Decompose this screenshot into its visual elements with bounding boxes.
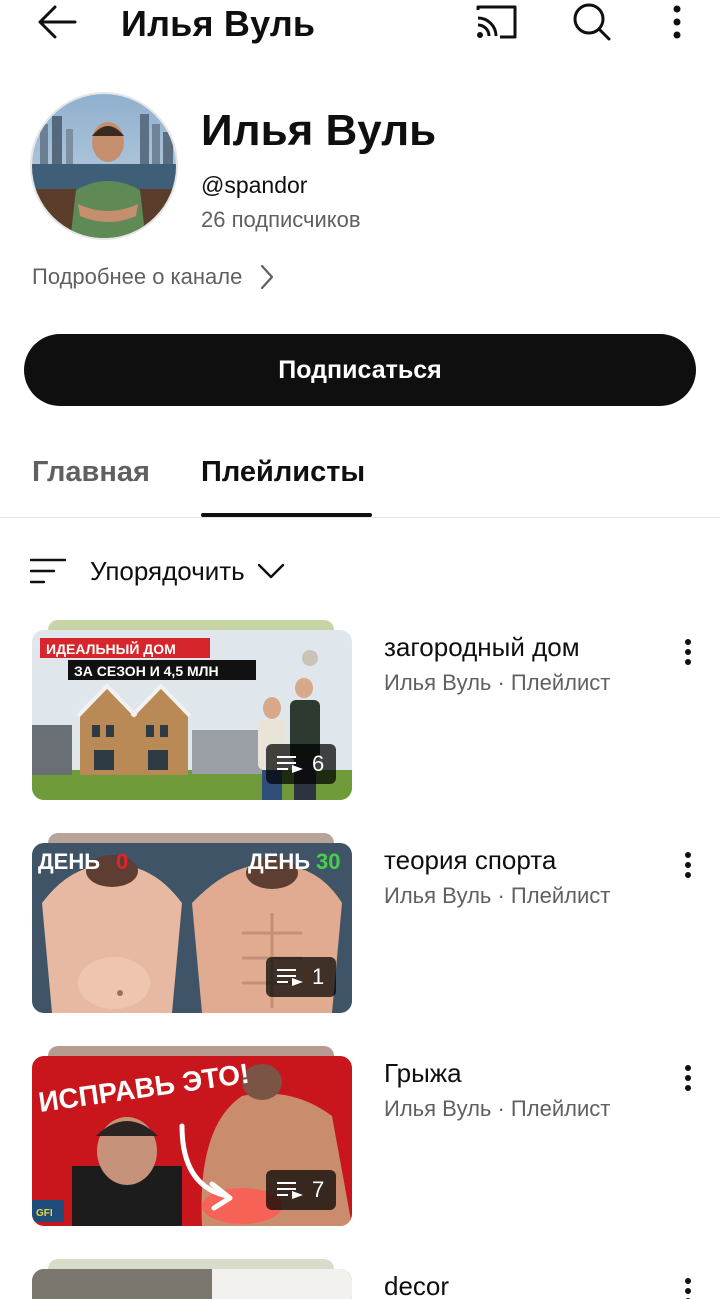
chevron-down-icon <box>257 563 284 579</box>
tab-divider <box>0 517 720 518</box>
playlist-icon <box>277 756 303 773</box>
more-vertical-icon <box>673 5 681 39</box>
playlist-count-badge: 7 <box>266 1170 336 1210</box>
subscribe-button[interactable]: Подписаться <box>24 334 696 406</box>
playlist-more-button[interactable] <box>668 845 708 885</box>
back-button[interactable] <box>34 4 80 40</box>
thumbnail-caption: ДЕНЬ <box>38 849 100 874</box>
avatar-image <box>32 94 176 238</box>
playlist-item[interactable]: ДЕНЬ 0 ДЕНЬ 30 1 теория спорта Илья Вуль… <box>0 833 720 1013</box>
search-button[interactable] <box>569 2 615 42</box>
channel-avatar[interactable] <box>30 92 178 240</box>
search-icon <box>573 3 611 41</box>
more-options-button[interactable] <box>654 2 700 42</box>
cast-button[interactable] <box>473 2 519 42</box>
playlist-item[interactable]: decor <box>0 1259 720 1299</box>
playlist-more-button[interactable] <box>668 1271 708 1299</box>
playlist-title[interactable]: Грыжа <box>384 1058 462 1088</box>
back-arrow-icon <box>38 5 77 39</box>
thumbnail-caption: ДЕНЬ <box>248 849 310 874</box>
page-title: Илья Вуль <box>121 3 316 44</box>
playlist-thumbnail[interactable]: ДЕНЬ 0 ДЕНЬ 30 1 <box>32 843 352 1013</box>
more-vertical-icon <box>685 1278 691 1299</box>
channel-handle: @spandor <box>201 172 308 198</box>
playlist-item[interactable]: GFI ИСПРАВЬ ЭТО! 7 Грыжа Илья Вуль · Пле… <box>0 1046 720 1226</box>
playlist-title[interactable]: теория спорта <box>384 845 556 875</box>
playlist-count: 7 <box>312 1177 325 1202</box>
about-channel-label: Подробнее о канале <box>32 264 243 289</box>
playlist-thumbnail[interactable]: ИДЕАЛЬНЫЙ ДОМ ЗА СЕЗОН И 4,5 МЛН 6 <box>32 630 352 800</box>
cast-icon <box>476 5 517 39</box>
thumbnail-caption: 0 <box>116 849 128 874</box>
sort-dropdown[interactable]: Упорядочить <box>30 552 285 590</box>
playlist-icon <box>277 969 303 986</box>
sort-label: Упорядочить <box>90 555 245 586</box>
playlist-count-badge: 1 <box>266 957 336 997</box>
playlist-more-button[interactable] <box>668 1058 708 1098</box>
chevron-right-icon <box>261 264 274 290</box>
more-vertical-icon <box>685 852 691 878</box>
playlist-title[interactable]: загородный дом <box>384 632 580 662</box>
playlist-meta: Илья Вуль · Плейлист <box>384 1096 611 1121</box>
tab-home[interactable]: Главная <box>32 452 150 492</box>
tab-playlists[interactable]: Плейлисты <box>201 452 365 492</box>
subscriber-count: 26 подписчиков <box>201 207 361 232</box>
playlist-thumbnail[interactable] <box>32 1269 352 1299</box>
playlist-meta: Илья Вуль · Плейлист <box>384 883 611 908</box>
thumbnail-caption: ЗА СЕЗОН И 4,5 МЛН <box>74 663 219 679</box>
thumbnail-caption: ИДЕАЛЬНЫЙ ДОМ <box>46 640 176 657</box>
more-vertical-icon <box>685 1065 691 1091</box>
playlist-more-button[interactable] <box>668 632 708 672</box>
playlist-count: 1 <box>312 964 325 989</box>
playlist-icon <box>277 1182 303 1199</box>
playlist-title[interactable]: decor <box>384 1271 449 1299</box>
thumbnail-image <box>32 1269 352 1299</box>
sort-icon <box>30 558 66 584</box>
svg-text:GFI: GFI <box>36 1208 53 1219</box>
top-app-bar: Илья Вуль <box>0 0 720 46</box>
channel-name: Илья Вуль <box>201 106 437 155</box>
playlist-meta: Илья Вуль · Плейлист <box>384 670 611 695</box>
more-vertical-icon <box>685 639 691 665</box>
playlist-item[interactable]: ИДЕАЛЬНЫЙ ДОМ ЗА СЕЗОН И 4,5 МЛН 6 загор… <box>0 620 720 800</box>
playlist-count: 6 <box>312 751 325 776</box>
playlist-count-badge: 6 <box>266 744 336 784</box>
playlist-thumbnail[interactable]: GFI ИСПРАВЬ ЭТО! 7 <box>32 1056 352 1226</box>
about-channel-link[interactable]: Подробнее о канале <box>32 264 274 290</box>
thumbnail-caption: 30 <box>316 849 340 874</box>
